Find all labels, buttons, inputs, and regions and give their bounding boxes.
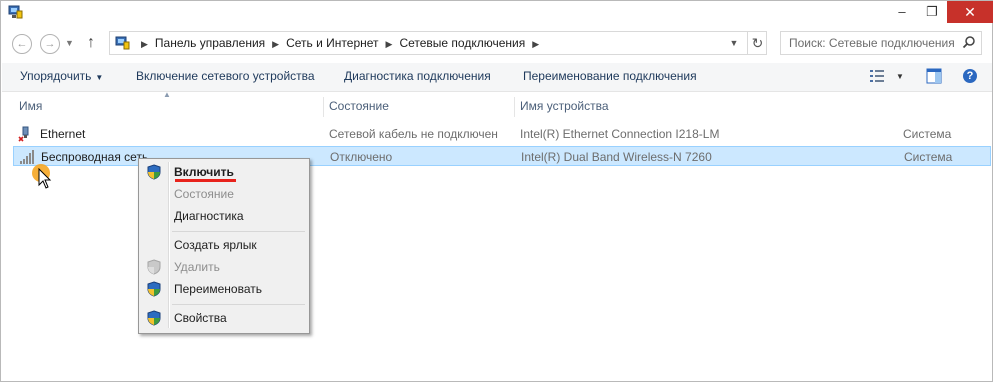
column-header-device[interactable]: Имя устройства <box>514 97 609 117</box>
context-menu: Включить Состояние Диагностика Создать я… <box>138 158 310 334</box>
search-placeholder: Поиск: Сетевые подключения <box>789 36 955 50</box>
menu-separator <box>172 231 305 232</box>
breadcrumb-network-connections[interactable]: Сетевые подключения <box>399 36 525 50</box>
uac-shield-icon <box>147 310 161 326</box>
uac-shield-icon <box>147 164 161 180</box>
help-button[interactable]: ? <box>963 69 977 83</box>
breadcrumb: ▶ Панель управления ▶ Сеть и Интернет ▶ Сетев… <box>134 32 546 54</box>
menu-item-properties[interactable]: Свойства <box>141 307 307 329</box>
view-options-icon[interactable] <box>870 70 884 82</box>
connection-owner: Система <box>904 150 953 164</box>
command-bar: Упорядочить ▼ Включение сетевого устройст… <box>2 63 992 92</box>
menu-item-create-shortcut[interactable]: Создать ярлык <box>141 234 307 256</box>
menu-item-status[interactable]: Состояние <box>141 183 307 205</box>
forward-button[interactable]: → <box>40 34 60 54</box>
close-button[interactable]: ✕ <box>947 1 993 23</box>
menu-item-label: Создать ярлык <box>174 238 257 252</box>
highlight-underline <box>175 179 236 182</box>
menu-item-enable[interactable]: Включить <box>141 161 307 183</box>
control-panel-icon <box>115 36 130 50</box>
ethernet-disconnected-icon <box>18 126 29 142</box>
up-button[interactable]: ↑ <box>87 32 95 54</box>
minimize-button[interactable]: – <box>887 1 917 23</box>
recent-locations-chevron-down-icon[interactable]: ▼ <box>65 34 74 52</box>
connection-owner: Система <box>903 127 952 141</box>
column-header-name[interactable]: Имя <box>19 97 42 117</box>
breadcrumb-control-panel[interactable]: Панель управления <box>155 36 265 50</box>
connection-name: Ethernet <box>40 127 86 141</box>
diagnose-connection-button[interactable]: Диагностика подключения <box>344 63 491 90</box>
column-header-status[interactable]: Состояние <box>323 97 389 117</box>
preview-pane-icon[interactable] <box>926 68 942 84</box>
address-history-chevron-down-icon[interactable]: ▼ <box>724 32 744 54</box>
menu-item-delete[interactable]: Удалить <box>141 256 307 278</box>
menu-item-label: Свойства <box>174 311 227 325</box>
menu-separator <box>172 304 305 305</box>
breadcrumb-network-internet[interactable]: Сеть и Интернет <box>286 36 378 50</box>
enable-device-button[interactable]: Включение сетевого устройства <box>136 63 315 90</box>
explorer-window: – ❐ ✕ ← → ▼ ↑ ▶ Панель управления ▶ Сеть и … <box>0 0 993 382</box>
search-input[interactable]: Поиск: Сетевые подключения <box>780 31 982 55</box>
wireless-signal-icon <box>20 150 34 164</box>
breadcrumb-separator-icon[interactable]: ▶ <box>386 39 393 49</box>
view-options-chevron-down-icon[interactable]: ▼ <box>896 63 904 90</box>
menu-item-rename[interactable]: Переименовать <box>141 278 307 300</box>
network-connections-icon <box>8 5 23 19</box>
connection-status: Сетевой кабель не подключен <box>329 127 498 141</box>
title-bar: – ❐ ✕ <box>1 1 993 25</box>
back-button[interactable]: ← <box>12 34 32 54</box>
address-bar[interactable]: ▶ Панель управления ▶ Сеть и Интернет ▶ Сетев… <box>109 31 767 55</box>
chevron-down-icon: ▼ <box>95 73 104 82</box>
rename-connection-button[interactable]: Переименование подключения <box>523 63 697 90</box>
organize-label: Упорядочить <box>20 69 92 83</box>
sort-ascending-icon: ▲ <box>163 90 171 99</box>
connection-name: Беспроводная сеть <box>41 150 149 164</box>
mouse-pointer-icon <box>38 168 52 189</box>
uac-shield-disabled-icon <box>147 259 161 275</box>
breadcrumb-separator-icon[interactable]: ▶ <box>141 39 148 49</box>
connection-status: Отключено <box>330 150 393 164</box>
menu-item-label: Состояние <box>174 187 234 201</box>
menu-item-diagnostics[interactable]: Диагностика <box>141 205 307 227</box>
menu-item-label: Диагностика <box>174 209 244 223</box>
connection-device: Intel(R) Dual Band Wireless-N 7260 <box>521 150 712 164</box>
breadcrumb-separator-icon[interactable]: ▶ <box>532 39 539 49</box>
breadcrumb-separator-icon[interactable]: ▶ <box>272 39 279 49</box>
menu-item-label: Переименовать <box>174 282 262 296</box>
uac-shield-icon <box>147 281 161 297</box>
menu-item-label: Удалить <box>174 260 220 274</box>
maximize-button[interactable]: ❐ <box>917 1 947 23</box>
search-icon[interactable] <box>962 35 976 49</box>
organize-button[interactable]: Упорядочить ▼ <box>20 63 103 91</box>
refresh-icon[interactable]: ↻ <box>747 32 767 54</box>
connection-device: Intel(R) Ethernet Connection I218-LM <box>520 127 720 141</box>
connection-row-ethernet[interactable]: Ethernet Сетевой кабель не подключен Int… <box>13 124 991 144</box>
